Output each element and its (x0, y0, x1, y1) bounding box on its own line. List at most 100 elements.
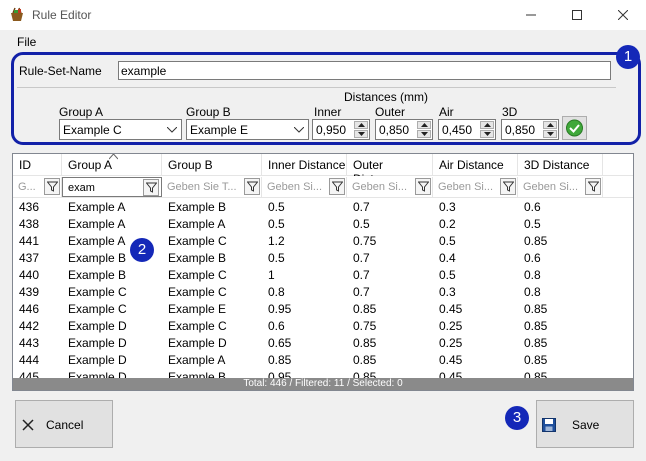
col-header-group-a[interactable]: Group A (62, 154, 162, 176)
col-header-air-distance[interactable]: Air Distance (433, 154, 518, 176)
table-cell: Example C (168, 234, 227, 248)
filter-button-id[interactable] (44, 178, 60, 195)
save-button[interactable]: Save (536, 400, 634, 448)
table-cell: Example A (68, 200, 126, 214)
group-a-select[interactable]: Example C (59, 119, 182, 140)
3d-up-button[interactable] (543, 121, 557, 129)
arrow-down-icon (547, 132, 554, 136)
cancel-button[interactable]: Cancel (15, 400, 113, 448)
table-cell: 437 (19, 251, 40, 265)
table-cell: 0.5 (268, 217, 285, 231)
table-cell: 0.5 (524, 217, 541, 231)
table-cell: 0.6 (524, 200, 541, 214)
minimize-button[interactable] (508, 0, 554, 30)
filter-button-inner[interactable] (329, 178, 345, 195)
table-cell: 0.7 (353, 251, 370, 265)
close-button[interactable] (600, 0, 646, 30)
filter-button-3d[interactable] (585, 178, 601, 195)
table-row[interactable]: 438 Example A Example A 0.5 0.5 0.2 0.5 (13, 215, 633, 232)
table-cell: 0.4 (439, 251, 456, 265)
funnel-icon (332, 181, 343, 192)
menu-file[interactable]: File (17, 35, 36, 49)
air-down-button[interactable] (480, 130, 494, 138)
filter-button-group-b[interactable] (244, 178, 260, 195)
table-cell: 0.6 (268, 319, 285, 333)
table-cell: Example A (168, 353, 226, 367)
filter-cell-3d[interactable]: Geben Si... (518, 177, 603, 197)
col-header-group-b[interactable]: Group B (162, 154, 262, 176)
table-cell: 0.8 (268, 285, 285, 299)
filter-cell-group-a[interactable]: exam (62, 177, 162, 197)
maximize-button[interactable] (554, 0, 600, 30)
table-cell: 0.85 (524, 353, 548, 367)
table-row[interactable]: 444 Example D Example A 0.85 0.85 0.45 0.85 (13, 351, 633, 368)
cancel-label: Cancel (46, 418, 84, 432)
basket-icon (11, 7, 23, 21)
table-row[interactable]: 441 Example A Example C 1.2 0.75 0.5 0.85 (13, 232, 633, 249)
table-cell: 0.2 (439, 217, 456, 231)
table-cell: 0.7 (353, 200, 370, 214)
outer-down-button[interactable] (417, 130, 431, 138)
filter-group-a-input[interactable]: exam (68, 182, 138, 194)
table-cell: Example E (168, 302, 227, 316)
filter-3d-input[interactable]: Geben Si... (523, 181, 585, 193)
table-row[interactable]: 442 Example D Example C 0.6 0.75 0.25 0.85 (13, 317, 633, 334)
air-up-button[interactable] (480, 121, 494, 129)
filter-inner-input[interactable]: Geben Si... (267, 181, 329, 193)
inner-distance-stepper[interactable]: 0,950 (312, 119, 370, 140)
rules-grid[interactable]: ID Group A Group B Inner Distance Outer … (12, 153, 634, 391)
table-cell: 441 (19, 234, 40, 248)
apply-button[interactable] (562, 116, 587, 140)
3d-down-button[interactable] (543, 130, 557, 138)
table-row[interactable]: 446 Example C Example E 0.95 0.85 0.45 0.85 (13, 300, 633, 317)
filter-outer-input[interactable]: Geben Si... (352, 181, 414, 193)
table-cell: Example C (168, 319, 227, 333)
table-cell: 0.3 (439, 200, 456, 214)
ruleset-name-input[interactable] (118, 61, 611, 80)
table-cell: Example B (68, 251, 127, 265)
filter-button-group-a[interactable] (143, 179, 159, 196)
filter-button-air[interactable] (500, 178, 516, 195)
group-b-select[interactable]: Example E (186, 119, 309, 140)
air-distance-stepper[interactable]: 0,450 (438, 119, 496, 140)
3d-distance-stepper[interactable]: 0,850 (501, 119, 559, 140)
table-row[interactable]: 439 Example C Example C 0.8 0.7 0.3 0.8 (13, 283, 633, 300)
filter-cell-air[interactable]: Geben Si... (433, 177, 518, 197)
table-row[interactable]: 437 Example B Example B 0.5 0.7 0.4 0.6 (13, 249, 633, 266)
col-header-outer-distance[interactable]: Outer Distance (347, 154, 433, 186)
filter-cell-group-b[interactable]: Geben Sie T... (162, 177, 262, 197)
table-cell: 443 (19, 336, 40, 350)
col-header-3d-distance[interactable]: 3D Distance (518, 154, 603, 176)
inner-down-button[interactable] (354, 130, 368, 138)
funnel-icon (146, 182, 157, 193)
col-header-inner-distance[interactable]: Inner Distance (262, 154, 347, 176)
outer-distance-stepper[interactable]: 0,850 (375, 119, 433, 140)
chevron-down-icon (167, 127, 177, 133)
outer-up-button[interactable] (417, 121, 431, 129)
table-row[interactable]: 440 Example B Example C 1 0.7 0.5 0.8 (13, 266, 633, 283)
table-cell: 0.45 (439, 353, 463, 367)
filter-cell-outer[interactable]: Geben Si... (347, 177, 433, 197)
inner-up-button[interactable] (354, 121, 368, 129)
table-cell: 0.85 (353, 336, 377, 350)
arrow-up-icon (421, 123, 428, 127)
table-row[interactable]: 436 Example A Example B 0.5 0.7 0.3 0.6 (13, 198, 633, 215)
table-cell: 0.5 (439, 268, 456, 282)
table-cell: 0.75 (353, 234, 377, 248)
arrow-up-icon (484, 123, 491, 127)
filter-cell-inner[interactable]: Geben Si... (262, 177, 347, 197)
filter-cell-id[interactable]: G... (13, 177, 62, 197)
table-cell: 0.5 (439, 234, 456, 248)
table-row[interactable]: 443 Example D Example D 0.65 0.85 0.25 0.85 (13, 334, 633, 351)
table-cell: 0.85 (353, 302, 377, 316)
col-header-id[interactable]: ID (13, 154, 62, 176)
table-cell: 0.25 (439, 319, 463, 333)
filter-air-input[interactable]: Geben Si... (438, 181, 500, 193)
table-cell: 436 (19, 200, 40, 214)
arrow-up-icon (547, 123, 554, 127)
table-cell: Example C (68, 302, 127, 316)
filter-id-input[interactable]: G... (18, 181, 42, 193)
filter-group-b-input[interactable]: Geben Sie T... (167, 181, 243, 193)
filter-button-outer[interactable] (415, 178, 431, 195)
group-b-value: Example E (190, 123, 249, 137)
